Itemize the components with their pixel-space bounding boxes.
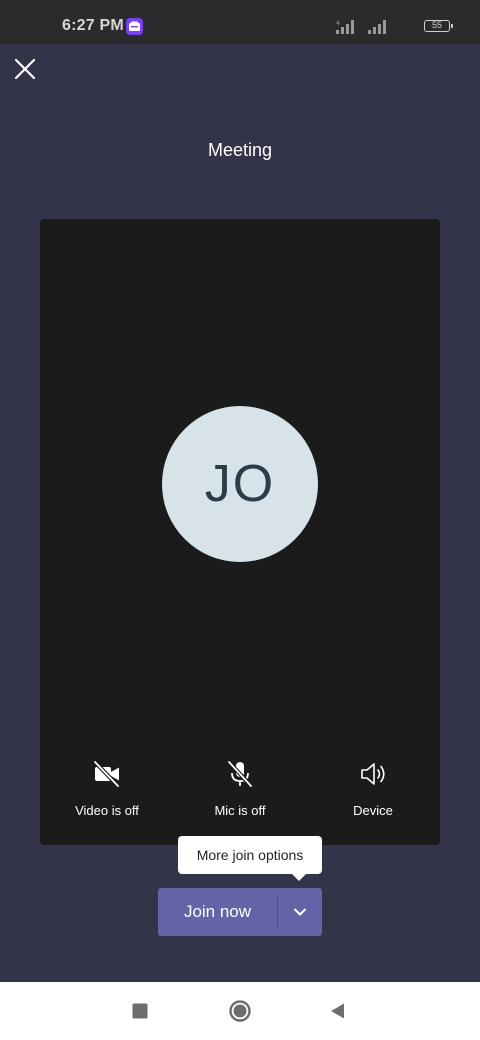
mic-off-icon [227, 760, 253, 788]
video-preview: JO Video is off Mic is off Device [40, 219, 440, 845]
speaker-icon [361, 763, 385, 785]
status-time: 6:27 PM [62, 17, 124, 34]
signal-icon [368, 20, 386, 34]
more-join-options-button[interactable] [278, 888, 322, 936]
video-toggle-button[interactable]: Video is off [47, 759, 167, 818]
recents-button[interactable] [128, 999, 152, 1023]
home-button[interactable] [228, 999, 252, 1023]
join-now-button[interactable]: Join now [158, 888, 277, 936]
battery-icon: 55 [424, 20, 453, 32]
page-title: Meeting [207, 140, 273, 160]
close-icon [14, 58, 36, 80]
join-options-tooltip: More join options [178, 836, 322, 881]
status-bar: 6:27 PM 4 55 [0, 0, 480, 44]
notification-app-icon [126, 18, 143, 35]
circle-icon [229, 1000, 251, 1022]
battery-level: 55 [431, 20, 442, 30]
chevron-down-icon [294, 908, 306, 916]
close-button[interactable] [10, 54, 40, 84]
avatar: JO [162, 406, 318, 562]
square-icon [132, 1003, 148, 1019]
mic-toggle-button[interactable]: Mic is off [180, 759, 300, 818]
video-off-icon [93, 760, 120, 788]
video-status-label: Video is off [75, 803, 139, 818]
system-nav-bar [0, 982, 480, 1040]
back-triangle-icon [331, 1003, 344, 1019]
join-button-group: Join now [158, 888, 322, 936]
svg-text:4: 4 [336, 20, 340, 27]
back-button[interactable] [326, 999, 350, 1023]
mic-status-label: Mic is off [214, 803, 266, 818]
signal-icon: 4 [336, 20, 354, 34]
device-label: Device [353, 803, 393, 818]
device-button[interactable]: Device [313, 759, 433, 818]
avatar-initials: JO [204, 455, 276, 513]
